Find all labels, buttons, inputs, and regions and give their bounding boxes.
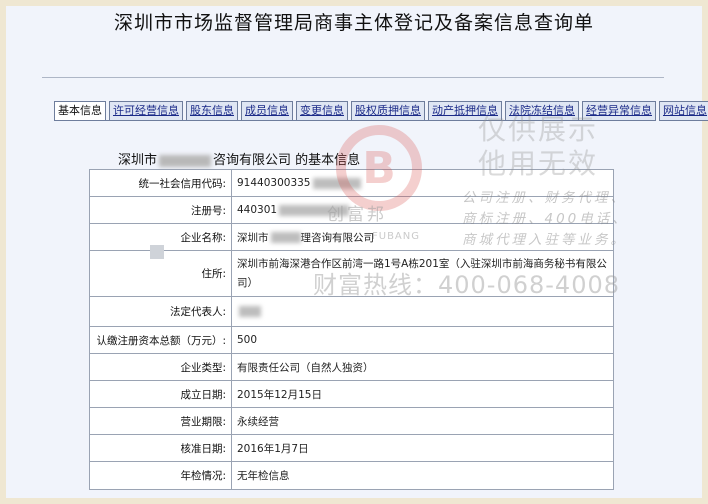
tab-bar: 基本信息 许可经营信息 股东信息 成员信息 变更信息 股权质押信息 动产抵押信息… bbox=[54, 101, 708, 121]
table-row: 年检情况: 无年检信息 bbox=[89, 461, 614, 490]
capital-value: 500 bbox=[231, 326, 614, 354]
tab-license-info[interactable]: 许可经营信息 bbox=[109, 101, 183, 121]
company-type-value: 有限责任公司（自然人独资） bbox=[231, 353, 614, 381]
field-label: 核准日期: bbox=[89, 434, 232, 462]
field-label: 认缴注册资本总额（万元）: bbox=[89, 326, 232, 354]
tab-shareholder-info[interactable]: 股东信息 bbox=[186, 101, 238, 121]
field-label: 统一社会信用代码: bbox=[89, 169, 232, 197]
watermark-service-line: 商城代理入驻等业务。 bbox=[462, 232, 627, 248]
table-row: 企业类型: 有限责任公司（自然人独资） bbox=[89, 353, 614, 381]
field-label: 企业类型: bbox=[89, 353, 232, 381]
field-label: 法定代表人: bbox=[89, 296, 232, 327]
watermark-brand-en: FUBANG bbox=[372, 231, 421, 242]
redacted-company-name bbox=[159, 154, 212, 167]
business-term-value: 永续经营 bbox=[231, 407, 614, 435]
watermark-service-line: 公司注册、财务代理、 bbox=[462, 190, 627, 206]
field-label: 营业期限: bbox=[89, 407, 232, 435]
title-divider bbox=[42, 77, 664, 78]
field-value bbox=[231, 296, 614, 327]
tab-website-info[interactable]: 网站信息 bbox=[659, 101, 708, 121]
watermark-services: 公司注册、财务代理、 商标注册、400电话、 商城代理入驻等业务。 bbox=[462, 188, 629, 251]
tab-basic-info[interactable]: 基本信息 bbox=[54, 101, 106, 121]
company-name-prefix: 深圳市 bbox=[237, 231, 269, 244]
table-row: 营业期限: 永续经营 bbox=[89, 407, 614, 435]
section-heading: 深圳市 咨询有限公司 的基本信息 bbox=[118, 149, 360, 168]
table-row: 认缴注册资本总额（万元）: 500 bbox=[89, 326, 614, 354]
redaction-block bbox=[150, 245, 164, 259]
redaction-mask bbox=[239, 306, 261, 317]
field-label: 注册号: bbox=[89, 196, 232, 224]
svg-text:B: B bbox=[362, 143, 396, 194]
credit-code-value: 91440300335 bbox=[237, 177, 311, 189]
table-row: 核准日期: 2016年1月7日 bbox=[89, 434, 614, 462]
tab-equity-pledge-info[interactable]: 股权质押信息 bbox=[351, 101, 425, 121]
company-name-suffix: 理咨询有限公司 bbox=[300, 231, 375, 244]
watermark-line2: 他用无效 bbox=[478, 147, 599, 180]
registration-number-value: 440301 bbox=[237, 204, 278, 216]
tab-change-info[interactable]: 变更信息 bbox=[296, 101, 348, 121]
watermark-hotline: 财富热线：400-068-4008 bbox=[313, 271, 621, 299]
watermark-brand: 创富邦 bbox=[327, 205, 387, 225]
established-date-value: 2015年12月15日 bbox=[231, 380, 614, 408]
watermark-line1: 仅供展示 bbox=[478, 113, 599, 146]
table-row: 成立日期: 2015年12月15日 bbox=[89, 380, 614, 408]
section-heading-prefix: 深圳市 bbox=[118, 153, 158, 168]
page-title: 深圳市市场监督管理局商事主体登记及备案信息查询单 bbox=[113, 12, 594, 34]
annual-inspection-value: 无年检信息 bbox=[231, 461, 614, 490]
watermark-display-only: 仅供展示 他用无效 bbox=[478, 113, 598, 181]
field-label: 成立日期: bbox=[89, 380, 232, 408]
approval-date-value: 2016年1月7日 bbox=[231, 434, 614, 462]
field-label: 年检情况: bbox=[89, 461, 232, 490]
tab-member-info[interactable]: 成员信息 bbox=[241, 101, 293, 121]
redaction-mask bbox=[270, 232, 301, 243]
table-row: 法定代表人: bbox=[89, 296, 614, 327]
watermark-service-line: 商标注册、400电话、 bbox=[462, 211, 629, 227]
